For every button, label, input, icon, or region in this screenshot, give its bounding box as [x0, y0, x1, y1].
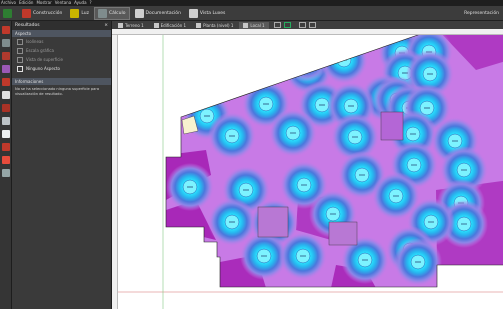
view-2d-icon[interactable]	[273, 22, 281, 28]
luminaire-icon[interactable]	[250, 47, 266, 63]
luminaire-glow	[211, 36, 259, 84]
ribbon-representacion[interactable]: Representación	[464, 11, 503, 16]
interior-service-box[interactable]	[328, 221, 358, 246]
calculator-icon	[98, 8, 108, 18]
axis-tool-icon[interactable]	[2, 169, 10, 177]
false-color-plan[interactable]	[118, 27, 503, 309]
app-window: Archivo Edición Mostrar Ventana Ayuda ? …	[0, 0, 503, 309]
row-escala-grafica[interactable]: Escala gráfica	[12, 46, 111, 55]
grid-tool-icon[interactable]	[2, 143, 10, 151]
wall-icon	[22, 8, 31, 18]
luminaire-glow	[282, 34, 330, 82]
building-icon	[153, 22, 159, 28]
interior-room-box[interactable]	[380, 111, 404, 141]
ribbon-tab-vista-luxes[interactable]: Vista Luxes	[186, 7, 228, 20]
ribbon-tab-calculo[interactable]: Cálculo	[94, 6, 130, 20]
row-isolineas[interactable]: Isolíneas	[12, 37, 111, 46]
interior-shaft-box[interactable]	[257, 206, 289, 238]
luminaire-icon[interactable]	[336, 52, 352, 68]
ribbon-tab-documentacion[interactable]: Documentación	[132, 7, 184, 20]
ribbon-tab-luz[interactable]: Luz	[67, 7, 92, 20]
lamp-icon	[70, 8, 80, 18]
lux-view-icon	[188, 8, 198, 18]
illuminance-map	[166, 28, 503, 287]
none-aspect-checkbox[interactable]	[17, 65, 23, 72]
save-icon	[3, 8, 12, 18]
row-ninguno-aspecto[interactable]: Ninguno Aspecto	[12, 64, 111, 73]
isolines-checkbox[interactable]	[17, 38, 23, 45]
ribbon-tab-construccion[interactable]: Construcción	[19, 7, 65, 20]
fit-view-icon[interactable]	[298, 22, 306, 28]
door-tool-icon[interactable]	[2, 91, 10, 99]
view-tab-bar: Terreno 1 Edificación 1 Planta (nivel) 1…	[112, 21, 503, 29]
measure-tool-icon[interactable]	[2, 117, 10, 125]
tab-planta[interactable]: Planta (nivel) 1	[192, 22, 237, 29]
tab-edificacion[interactable]: Edificación 1	[150, 22, 190, 29]
view-3d-icon[interactable]	[283, 22, 291, 28]
scale-checkbox[interactable]	[17, 47, 23, 54]
info-text: No se ha seleccionado ninguna superficie…	[15, 87, 100, 96]
plan-canvas[interactable]	[118, 27, 503, 309]
document-icon	[134, 8, 144, 18]
results-panel: Resultados × Aspecto Isolíneas Escala gr…	[12, 21, 112, 309]
tab-terreno[interactable]: Terreno 1	[114, 22, 148, 29]
ribbon-save[interactable]	[0, 7, 17, 20]
luminaire-icon[interactable]	[227, 52, 243, 68]
panel-title: Resultados	[15, 23, 40, 28]
calculation-point-icon[interactable]	[2, 156, 10, 164]
surface-tool-icon[interactable]	[2, 39, 10, 47]
section-informaciones[interactable]: Informaciones	[12, 78, 111, 85]
room-icon	[243, 22, 249, 28]
terrain-icon	[118, 22, 123, 28]
room-tool-icon[interactable]	[2, 26, 10, 34]
panel-header: Resultados ×	[12, 21, 111, 30]
text-tool-icon[interactable]	[2, 130, 10, 138]
close-icon[interactable]: ×	[104, 23, 108, 28]
section-aspecto[interactable]: Aspecto	[12, 30, 111, 37]
zoom-icon[interactable]	[308, 22, 316, 28]
furniture-tool-icon[interactable]	[2, 52, 10, 60]
surface-view-checkbox[interactable]	[17, 56, 23, 63]
window-tool-icon[interactable]	[2, 65, 10, 73]
ribbon: Construcción Luz Cálculo Documentación V…	[0, 6, 503, 21]
ceiling-tool-icon[interactable]	[2, 104, 10, 112]
floor-icon	[196, 22, 202, 28]
tab-local[interactable]: Local 1	[239, 21, 269, 29]
luminaire-glow	[320, 36, 368, 84]
tool-column	[0, 21, 12, 309]
row-vista-superficie[interactable]: Vista de superficie	[12, 55, 111, 64]
luminaire-glow	[234, 31, 282, 79]
luminaire-icon[interactable]	[298, 50, 314, 66]
workspace: Terreno 1 Edificación 1 Planta (nivel) 1…	[112, 21, 503, 309]
stairs-tool-icon[interactable]	[2, 78, 10, 86]
